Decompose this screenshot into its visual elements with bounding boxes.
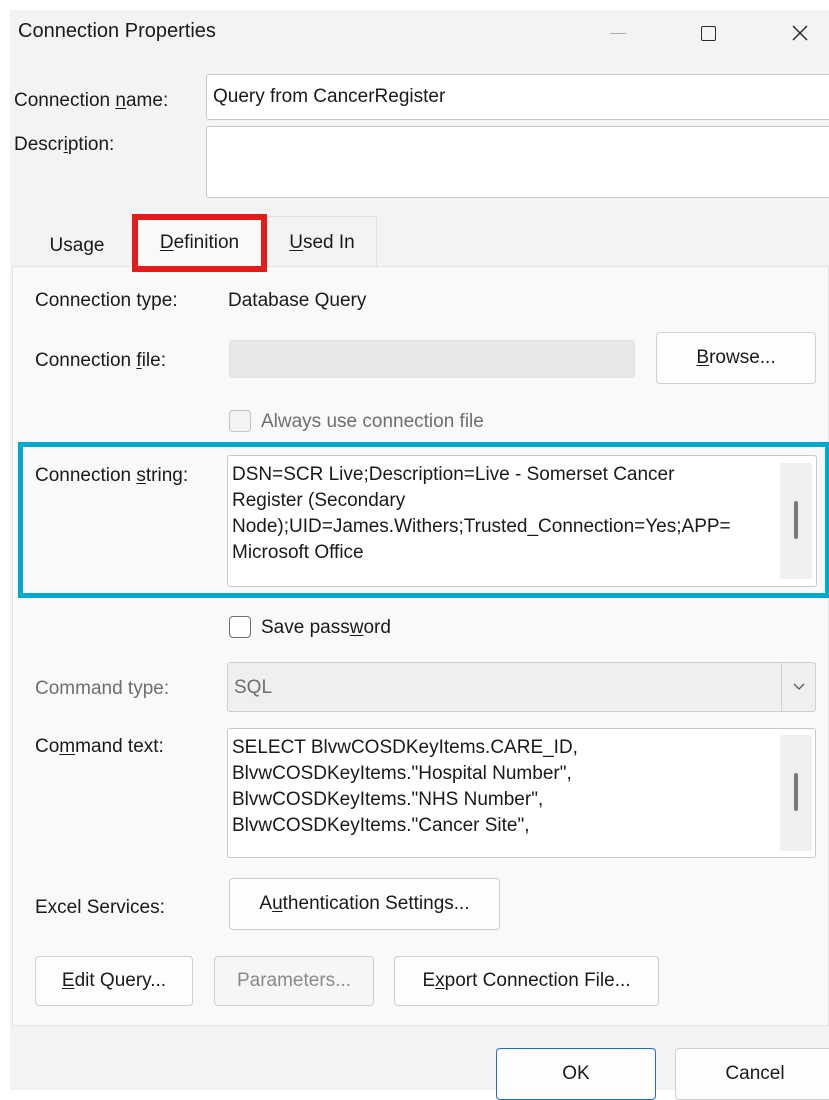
command-text-value[interactable]: SELECT BlvwCOSDKeyItems.CARE_ID, BlvwCOS… (232, 735, 780, 839)
close-icon (792, 25, 808, 41)
maximize-icon (700, 25, 716, 41)
tab-usage[interactable]: Usa g e (22, 222, 132, 270)
authentication-settings-button[interactable]: Au thentication Settings... (229, 878, 500, 930)
command-type-label: Command type: (35, 678, 170, 699)
connection-name-label: Connection name: (14, 90, 169, 111)
connection-file-input[interactable] (229, 340, 635, 378)
edit-query-button[interactable]: Edit Query... (35, 956, 193, 1006)
connection-type-value: Database Query (228, 290, 367, 311)
chevron-down-icon (793, 683, 805, 690)
always-use-file-checkbox[interactable] (229, 410, 251, 432)
description-input[interactable] (206, 126, 829, 198)
minimize-button[interactable] (588, 10, 648, 56)
command-type-value: SQL (234, 677, 273, 698)
connection-name-input[interactable]: Query from CancerRegister (206, 74, 829, 120)
connection-string-highlight (18, 442, 829, 598)
cancel-button[interactable]: Cancel (675, 1048, 829, 1100)
command-text-scrollbar[interactable] (780, 735, 812, 851)
save-password-label: Save password (261, 617, 391, 638)
close-button[interactable] (770, 10, 829, 56)
save-password-checkbox[interactable] (229, 616, 251, 638)
command-type-select[interactable]: SQL (227, 662, 816, 712)
minimize-icon (610, 32, 626, 34)
command-text-scroll-thumb[interactable] (794, 773, 798, 811)
always-use-file-label: Always use connection file (261, 411, 484, 432)
ok-button[interactable]: OK (496, 1048, 656, 1100)
browse-button[interactable]: Browse... (656, 332, 816, 384)
maximize-button[interactable] (678, 10, 738, 56)
parameters-button[interactable]: Parameters... (214, 956, 374, 1006)
command-text-box[interactable]: SELECT BlvwCOSDKeyItems.CARE_ID, BlvwCOS… (227, 728, 816, 858)
export-connection-file-button[interactable]: Ex port Connection File... (394, 956, 659, 1006)
connection-type-label: Connection type: (35, 290, 178, 311)
connection-file-label: Connection file: (35, 350, 166, 371)
description-label: Description: (14, 134, 115, 155)
command-type-dropdown-button[interactable] (781, 663, 816, 711)
definition-tab-highlight (132, 214, 267, 272)
tab-used-in[interactable]: Used In (267, 216, 377, 268)
excel-services-label: Excel Services: (35, 897, 165, 918)
command-text-label: Command text: (35, 736, 164, 757)
connection-properties-window: Connection Properties Connection name: Q… (10, 10, 829, 1100)
window-title: Connection Properties (18, 20, 216, 42)
